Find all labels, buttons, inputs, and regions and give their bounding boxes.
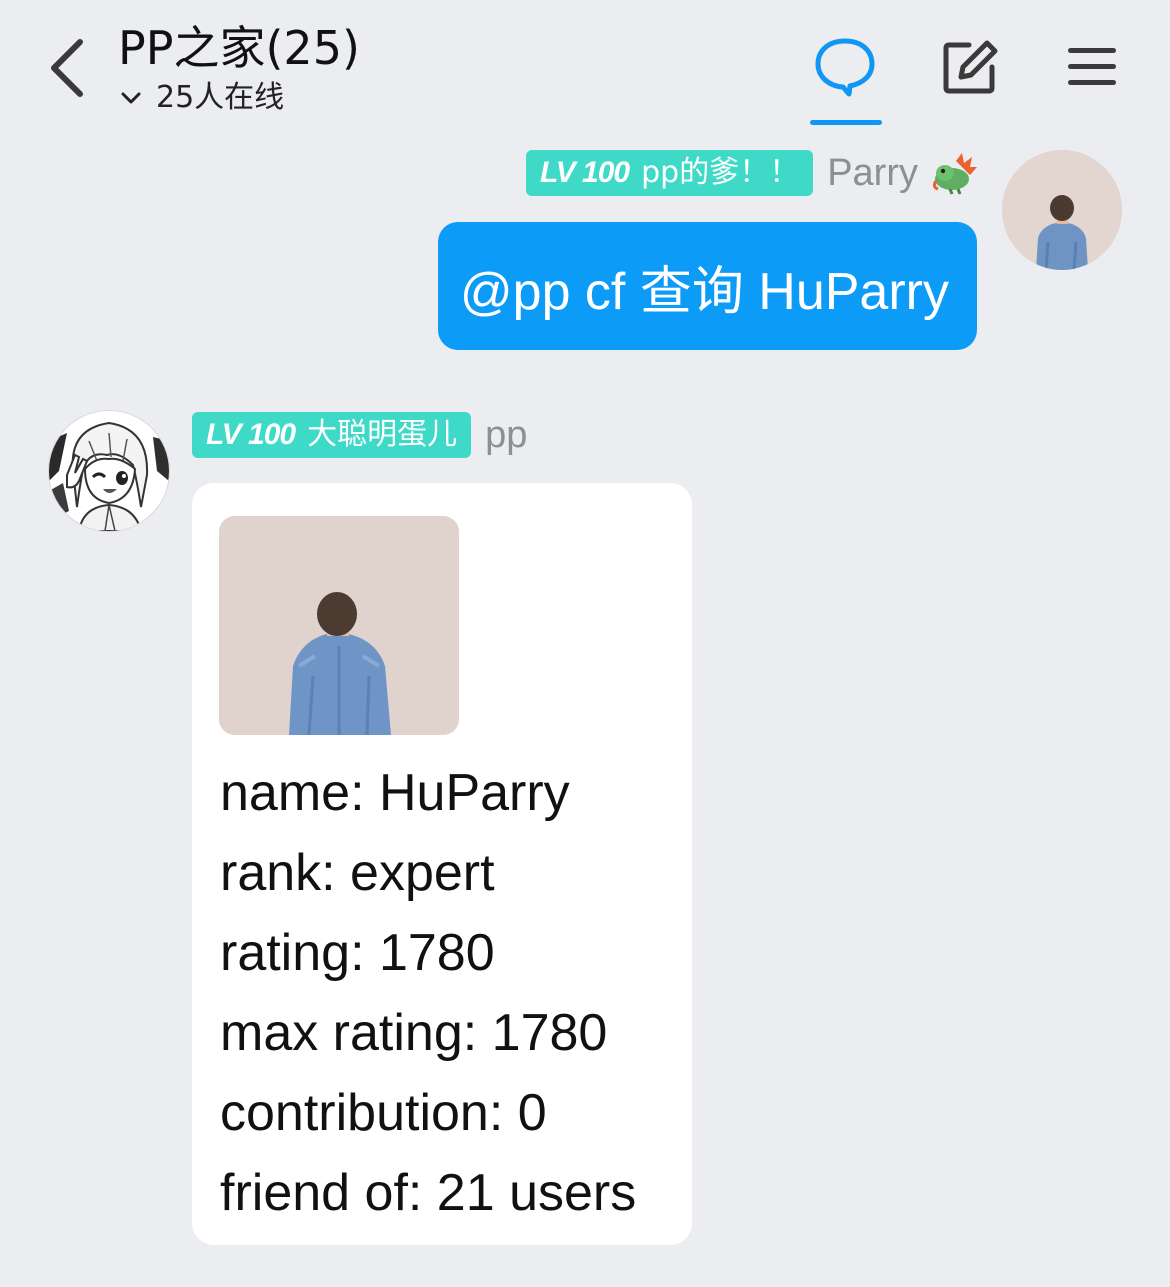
avatar[interactable]	[48, 410, 170, 532]
level-badge: LV 100 大聪明蛋儿	[192, 412, 472, 458]
sender-meta-parry: LV 100 pp的爹！！ Parry	[526, 150, 978, 196]
anime-avatar-image	[49, 411, 169, 531]
info-line-max-rating: max rating: 1780	[220, 1004, 608, 1062]
user-info-list: name: HuParry rank: expert rating: 1780 …	[220, 753, 636, 1233]
chat-tab-button[interactable]	[810, 32, 880, 102]
badge-title: 大聪明蛋儿	[307, 417, 458, 452]
back-button[interactable]	[38, 30, 94, 106]
incoming-message-bubble[interactable]: name: HuParry rank: expert rating: 1780 …	[192, 483, 692, 1245]
back-arrow-icon	[51, 39, 83, 97]
info-line-friends: friend of: 21 users	[220, 1164, 637, 1222]
menu-button[interactable]	[1057, 32, 1127, 102]
sender-name[interactable]: Parry	[827, 152, 918, 195]
title-block[interactable]: PP之家(25) 25人在线	[118, 20, 360, 116]
badge-title: pp的爹！！	[641, 155, 800, 190]
chat-title: PP之家(25)	[118, 21, 360, 75]
avatar[interactable]	[1002, 150, 1122, 270]
edit-button[interactable]	[934, 32, 1004, 102]
chat-bubble-icon	[815, 38, 875, 97]
user-profile-image[interactable]	[219, 516, 459, 735]
online-status-toggle[interactable]: 25人在线	[118, 80, 360, 116]
online-count: 25人在线	[156, 80, 285, 115]
outgoing-message-bubble[interactable]: @pp cf 查询 HuParry	[437, 222, 977, 350]
info-line-name: name: HuParry	[220, 764, 570, 822]
profile-photo	[1002, 150, 1122, 270]
sender-name[interactable]: pp	[485, 414, 527, 457]
chat-header: PP之家(25) 25人在线	[0, 0, 1170, 130]
info-line-rating: rating: 1780	[220, 924, 495, 982]
edit-icon	[943, 40, 998, 94]
active-tab-indicator	[810, 120, 882, 125]
dragon-icon	[930, 150, 978, 196]
chevron-down-icon	[118, 85, 144, 111]
info-line-contribution: contribution: 0	[220, 1084, 547, 1142]
badge-level: LV 100	[540, 156, 630, 189]
info-line-rank: rank: expert	[220, 844, 495, 902]
badge-level: LV 100	[206, 418, 296, 451]
sender-meta-pp: LV 100 大聪明蛋儿 pp	[192, 412, 527, 458]
level-badge: LV 100 pp的爹！！	[526, 150, 814, 196]
menu-icon	[1068, 48, 1116, 85]
